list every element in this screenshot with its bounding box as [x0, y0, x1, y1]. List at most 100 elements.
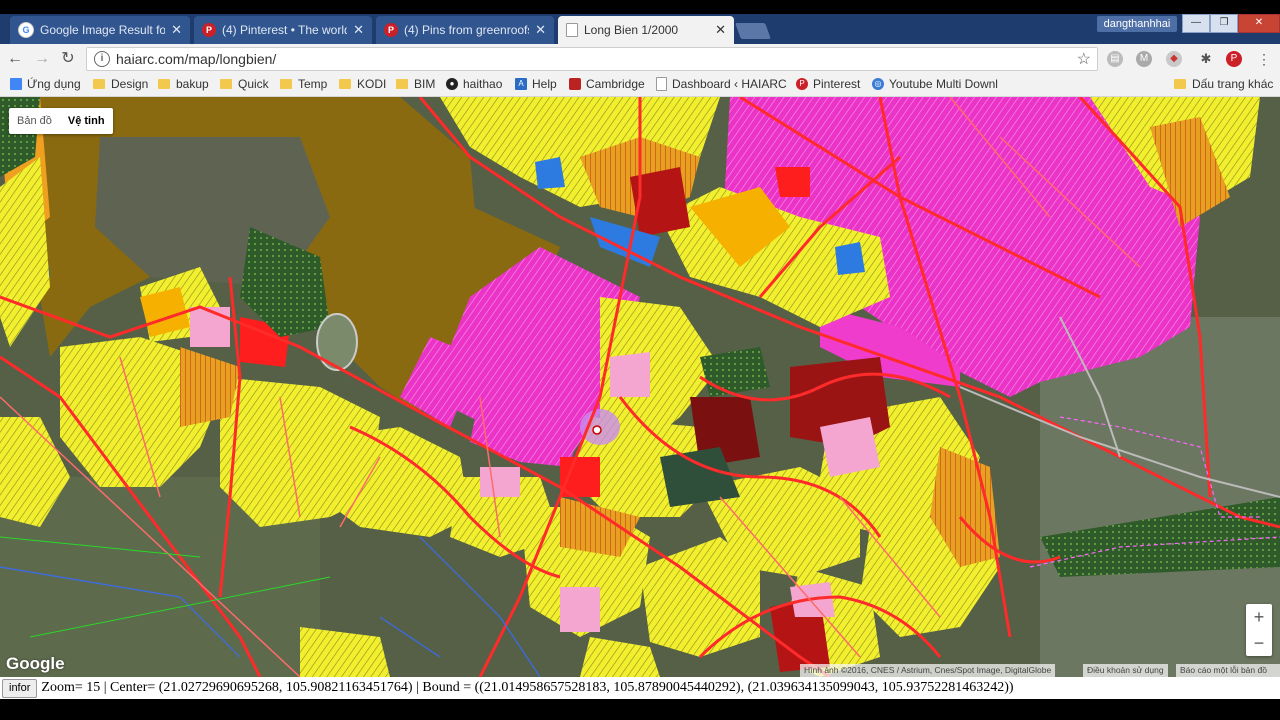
close-tab-icon[interactable]: ✕ — [353, 22, 364, 38]
info-icon[interactable]: i — [94, 51, 110, 67]
zoning-overlay — [0, 97, 1280, 677]
reload-button[interactable]: ↻ — [59, 50, 77, 68]
bookmark-label: haithao — [463, 77, 503, 91]
bookmark-label: Dashboard ‹ HAIARC — [672, 77, 787, 91]
map-type-satellite-button[interactable]: Vệ tinh — [60, 108, 113, 134]
bookmark-label: KODI — [357, 77, 387, 91]
page-icon — [656, 77, 667, 91]
folder-icon — [339, 79, 351, 89]
bookmark-help[interactable]: A Help — [515, 77, 557, 91]
zone-pink — [610, 352, 650, 397]
zone-blue — [835, 242, 865, 275]
youtube-downloader-icon: ◎ — [872, 78, 884, 90]
bookmark-label: Quick — [238, 77, 269, 91]
terms-link[interactable]: Điều khoản sử dụng — [1083, 664, 1168, 677]
zone-pink — [560, 587, 600, 632]
github-icon: ● — [446, 78, 458, 90]
profile-button[interactable]: dangthanhhai — [1097, 16, 1177, 32]
tab-google-image[interactable]: G Google Image Result for ✕ — [10, 16, 190, 44]
folder-icon — [158, 79, 170, 89]
cambridge-shield-icon — [569, 78, 581, 90]
info-button[interactable]: infor — [2, 678, 38, 698]
pinterest-icon: P — [796, 78, 808, 90]
address-bar[interactable]: i haiarc.com/map/longbien/ ☆ — [86, 47, 1098, 71]
bookmark-dashboard[interactable]: Dashboard ‹ HAIARC — [656, 77, 787, 91]
bookmark-label: Cambridge — [586, 77, 645, 91]
close-tab-icon[interactable]: ✕ — [171, 22, 182, 38]
bookmark-haithao[interactable]: ● haithao — [446, 77, 502, 91]
bookmark-folder-kodi[interactable]: KODI — [339, 77, 386, 91]
bookmark-folder-bim[interactable]: BIM — [396, 77, 435, 91]
folder-icon — [93, 79, 105, 89]
close-tab-icon[interactable]: ✕ — [535, 22, 546, 38]
bookmark-label: Pinterest — [813, 77, 861, 91]
bookmarks-bar: Ứng dụng Design bakup Quick Temp KODI BI… — [0, 74, 1280, 97]
map-info-text: Zoom= 15 | Center= (21.02729690695268, 1… — [41, 680, 1014, 695]
settings-extension-icon[interactable]: ✱ — [1198, 51, 1214, 67]
menu-icon[interactable]: ⋮ — [1256, 51, 1272, 67]
bookmark-folder-design[interactable]: Design — [93, 77, 148, 91]
zone-red — [775, 167, 810, 197]
bookmark-folder-bakup[interactable]: bakup — [158, 77, 209, 91]
tab-title: (4) Pinterest • The world — [222, 23, 348, 37]
window-controls: — ❐ ✕ — [1182, 14, 1280, 33]
gmail-extension-icon[interactable]: M — [1136, 51, 1152, 67]
zone-pink — [480, 467, 520, 497]
google-logo: Google — [6, 654, 65, 673]
close-window-button[interactable]: ✕ — [1238, 14, 1280, 33]
map-type-roadmap-button[interactable]: Bản đồ — [9, 108, 60, 134]
zone-blue — [535, 157, 565, 189]
pinterest-icon: P — [202, 23, 216, 37]
bookmark-label: bakup — [176, 77, 209, 91]
minimize-button[interactable]: — — [1182, 14, 1210, 33]
bookmark-label: Dấu trang khác — [1192, 77, 1274, 91]
tab-pinterest[interactable]: P (4) Pinterest • The world ✕ — [194, 16, 372, 44]
bookmark-pinterest[interactable]: P Pinterest — [796, 77, 860, 91]
bookmark-cambridge[interactable]: Cambridge — [569, 77, 645, 91]
close-tab-icon[interactable]: ✕ — [715, 22, 726, 38]
bookmark-label: Help — [532, 77, 557, 91]
bookmark-label: Youtube Multi Downl — [889, 77, 998, 91]
back-button[interactable]: ← — [6, 50, 24, 68]
maximize-button[interactable]: ❐ — [1210, 14, 1238, 33]
bookmark-star-icon[interactable]: ☆ — [1077, 49, 1091, 69]
stadium — [316, 313, 358, 371]
pinterest-icon: P — [384, 23, 398, 37]
folder-icon — [220, 79, 232, 89]
bookmark-label: Ứng dụng — [27, 77, 81, 91]
zoom-in-button[interactable]: + — [1246, 604, 1272, 630]
tab-long-bien[interactable]: Long Bien 1/2000 ✕ — [558, 16, 734, 44]
url-text: haiarc.com/map/longbien/ — [116, 51, 277, 67]
tab-title: Google Image Result for — [40, 23, 166, 37]
zoom-control: + − — [1246, 604, 1272, 656]
map-cursor — [592, 425, 602, 435]
folder-icon — [280, 79, 292, 89]
bookmark-folder-temp[interactable]: Temp — [280, 77, 327, 91]
forward-button[interactable]: → — [33, 50, 51, 68]
screen-bottom-edge — [0, 699, 1280, 720]
bookmark-label: Temp — [298, 77, 328, 91]
bookmark-youtube-multi[interactable]: ◎ Youtube Multi Downl — [872, 77, 1000, 91]
shield-extension-icon[interactable]: ◆ — [1166, 51, 1182, 67]
apps-bookmark[interactable]: Ứng dụng — [10, 77, 81, 91]
report-error-link[interactable]: Báo cáo một lỗi bản đồ — [1176, 664, 1280, 677]
bookmark-folder-quick[interactable]: Quick — [220, 77, 269, 91]
screen-top-edge — [0, 0, 1280, 14]
other-bookmarks[interactable]: Dấu trang khác — [1174, 77, 1273, 91]
google-icon: G — [18, 22, 34, 38]
apps-grid-icon — [10, 78, 22, 90]
bookmark-label: BIM — [414, 77, 436, 91]
tab-pins-greenroofs[interactable]: P (4) Pins from greenroofs ✕ — [376, 16, 554, 44]
folder-icon — [396, 79, 408, 89]
map-canvas[interactable] — [0, 97, 1280, 677]
help-icon: A — [515, 78, 527, 90]
map-info-bar: infor Zoom= 15 | Center= (21.02729690695… — [0, 677, 1280, 699]
zone-pink — [820, 417, 880, 477]
extension-icon[interactable]: ▤ — [1107, 51, 1123, 67]
new-tab-button[interactable] — [735, 23, 771, 39]
pinterest-extension-icon[interactable]: P — [1226, 51, 1242, 67]
page-icon — [566, 23, 578, 37]
tab-title: (4) Pins from greenroofs — [404, 23, 530, 37]
zoom-out-button[interactable]: − — [1246, 630, 1272, 656]
bookmark-label: Design — [111, 77, 149, 91]
